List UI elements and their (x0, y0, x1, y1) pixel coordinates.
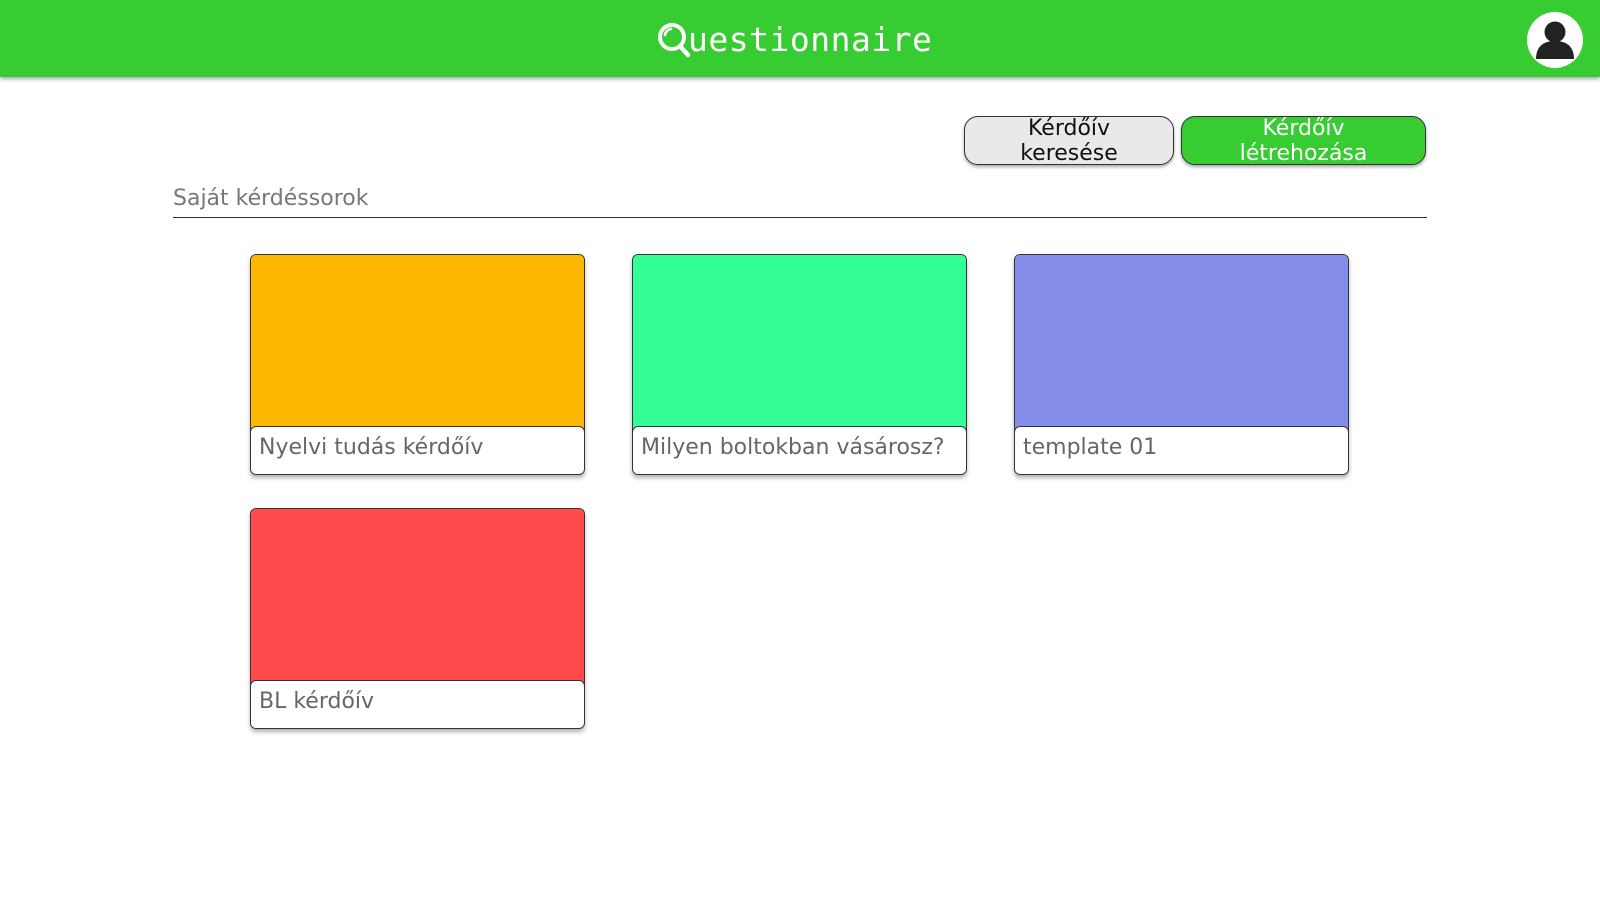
card-title: Milyen boltokban vásárosz? (633, 426, 966, 474)
questionnaire-card[interactable]: Nyelvi tudás kérdőív (250, 254, 585, 475)
user-avatar-button[interactable] (1527, 12, 1583, 68)
questionnaire-card[interactable]: Milyen boltokban vásárosz? (632, 254, 967, 475)
card-color-block (251, 509, 584, 685)
questionnaire-card[interactable]: template 01 (1014, 254, 1349, 475)
search-questionnaire-button[interactable]: Kérdőív keresése (964, 116, 1174, 166)
card-title: template 01 (1015, 426, 1348, 474)
create-questionnaire-button[interactable]: Kérdőív létrehozása (1181, 116, 1426, 166)
action-bar: Kérdőív keresése Kérdőív létrehozása (964, 116, 1426, 166)
card-color-block (1015, 255, 1348, 431)
app-title: uestionnaire (688, 20, 933, 59)
section-title: Saját kérdéssorok (173, 186, 1427, 218)
card-color-block (633, 255, 966, 431)
user-avatar-icon (1536, 21, 1574, 59)
questionnaire-card[interactable]: BL kérdőív (250, 508, 585, 729)
app-logo[interactable]: uestionnaire (656, 18, 932, 62)
magnifier-q-icon (658, 23, 691, 58)
card-title: BL kérdőív (251, 680, 584, 728)
card-title: Nyelvi tudás kérdőív (251, 426, 584, 474)
card-color-block (251, 255, 584, 431)
top-bar: uestionnaire (0, 0, 1600, 77)
questionnaire-grid: Nyelvi tudás kérdőív Milyen boltokban vá… (250, 254, 1349, 729)
